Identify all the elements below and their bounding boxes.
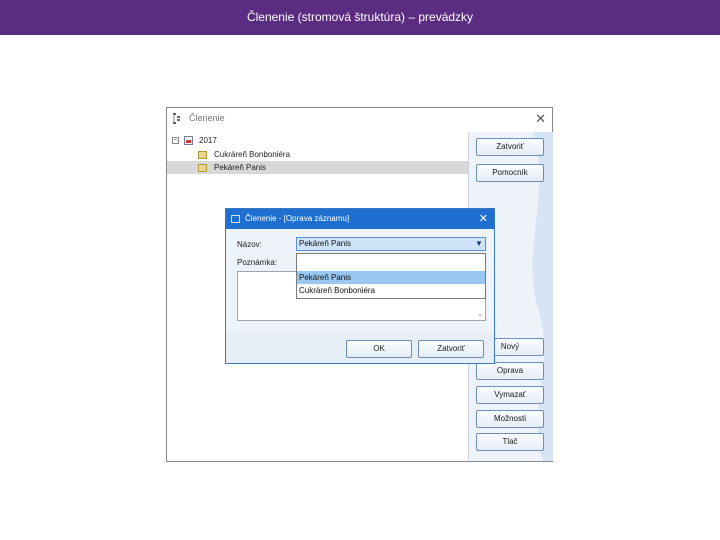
window-titlebar: Členenie ✕ — [167, 108, 552, 132]
zatvorit-button[interactable]: Zatvoriť — [476, 138, 544, 156]
folder-icon — [198, 151, 207, 159]
dropdown-option[interactable]: Cukráreň Bonboniéra — [297, 284, 485, 297]
close-icon[interactable]: ✕ — [479, 212, 488, 225]
moznosti-button[interactable]: Možnosti — [476, 410, 544, 428]
dialog-close-button[interactable]: Zatvoriť — [418, 340, 484, 358]
tree-root-label: 2017 — [199, 136, 217, 145]
name-label: Názov: — [237, 240, 262, 249]
tlac-button[interactable]: Tlač — [476, 433, 544, 451]
name-combobox[interactable]: Pekáreň Panis ▼ — [296, 237, 486, 251]
ok-button[interactable]: OK — [346, 340, 412, 358]
name-dropdown-list[interactable]: Pekáreň Panis Cukráreň Bonboniéra — [296, 253, 486, 299]
close-icon[interactable]: ✕ — [535, 111, 546, 127]
dialog-footer: OK Zatvoriť — [226, 333, 494, 363]
chevron-down-icon[interactable]: ▼ — [473, 238, 485, 250]
calendar-icon — [184, 136, 193, 145]
dialog-title: Členenie - [Oprava záznamu] — [245, 214, 350, 223]
collapse-icon[interactable]: − — [172, 137, 179, 144]
tree-item-label: Pekáreň Panis — [214, 163, 267, 172]
scroll-down-icon[interactable]: ⌄ — [477, 310, 483, 318]
window-icon — [231, 215, 240, 223]
tree-item-label: Cukráreň Bonboniéra — [214, 150, 291, 159]
dropdown-option-highlighted[interactable]: Pekáreň Panis — [297, 271, 485, 284]
name-value: Pekáreň Panis — [299, 239, 352, 248]
tree-item-cukraren[interactable]: Cukráreň Bonboniéra — [167, 148, 468, 161]
edit-dialog: Členenie - [Oprava záznamu] ✕ Názov: Pek… — [225, 208, 495, 364]
tree-structure-icon — [173, 113, 180, 124]
slide-title: Členenie (stromová štruktúra) – prevádzk… — [0, 0, 720, 35]
oprava-button[interactable]: Oprava — [476, 362, 544, 380]
note-label: Poznámka: — [237, 258, 278, 267]
dropdown-option[interactable] — [297, 255, 485, 268]
window-title: Členenie — [189, 113, 225, 123]
pomocnik-button[interactable]: Pomocník — [476, 164, 544, 182]
folder-icon — [198, 164, 207, 172]
tree-root[interactable]: − 2017 — [167, 134, 468, 147]
vymazat-button[interactable]: Vymazať — [476, 386, 544, 404]
tree-item-pekaren[interactable]: Pekáreň Panis — [167, 161, 468, 174]
dialog-titlebar: Členenie - [Oprava záznamu] ✕ — [226, 209, 494, 229]
